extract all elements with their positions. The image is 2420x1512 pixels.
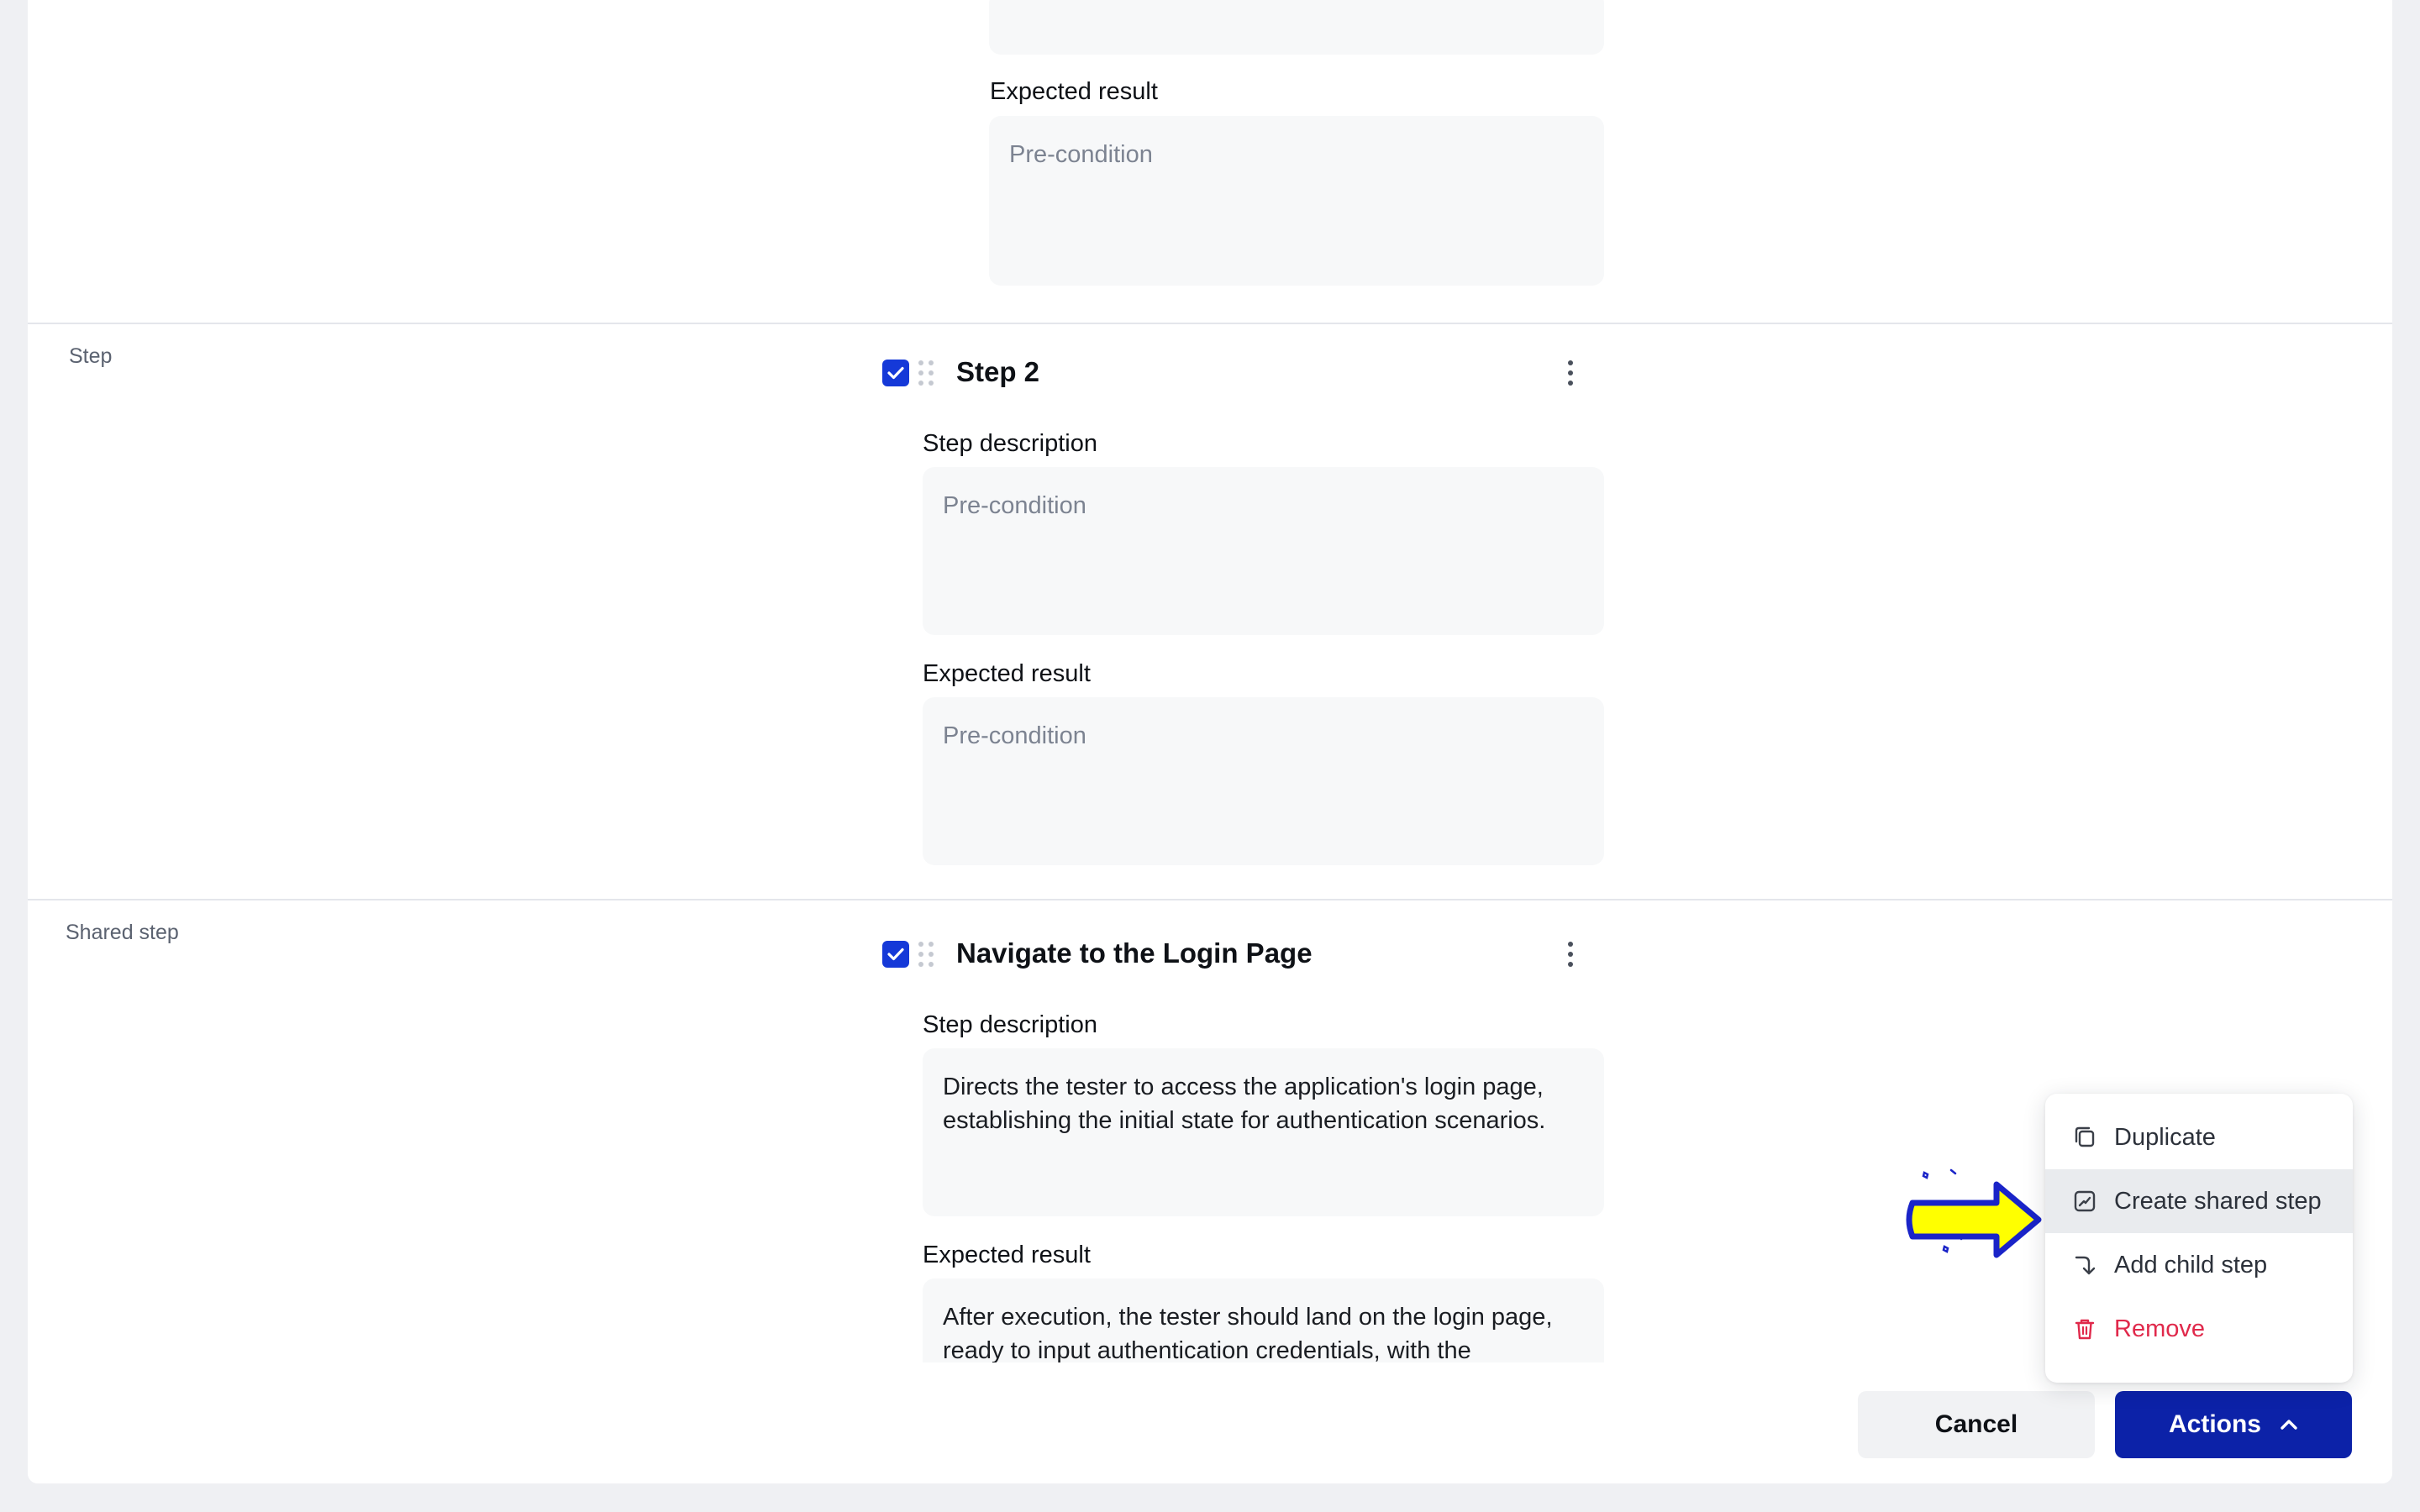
- shared-step-description-label: Step description: [923, 1011, 1097, 1038]
- actions-button-label: Actions: [2168, 1410, 2261, 1438]
- duplicate-icon: [2072, 1125, 2097, 1150]
- shared-step-title: Navigate to the Login Page: [956, 937, 1313, 969]
- section-divider: [28, 323, 2392, 324]
- expected-result-field[interactable]: Pre-condition: [923, 697, 1604, 865]
- menu-item-add-child-step[interactable]: Add child step: [2045, 1233, 2353, 1297]
- step-description-label: Step description: [923, 430, 1097, 457]
- more-options-icon[interactable]: [1554, 936, 1587, 973]
- cancel-button[interactable]: Cancel: [1858, 1391, 2095, 1458]
- shared-step-expected-result-label: Expected result: [923, 1242, 1091, 1268]
- menu-item-create-shared-step[interactable]: Create shared step: [2045, 1169, 2353, 1233]
- step-2-title: Step 2: [956, 356, 1040, 387]
- footer-bar: Cancel Actions: [28, 1362, 2392, 1483]
- pointer-arrow-icon: [1906, 1168, 2042, 1258]
- checkmark-icon: [887, 948, 904, 961]
- shared-step-type-label: Shared step: [66, 921, 179, 944]
- drag-handle-icon[interactable]: [917, 942, 935, 967]
- previous-expected-result-field[interactable]: Pre-condition: [989, 116, 1604, 286]
- shared-step-description-field[interactable]: Directs the tester to access the applica…: [923, 1048, 1604, 1216]
- menu-item-label: Create shared step: [2114, 1187, 2322, 1215]
- step-type-label: Step: [69, 344, 113, 368]
- expected-result-label: Expected result: [923, 660, 1091, 687]
- actions-dropdown-menu: Duplicate Create shared step Add child s…: [2045, 1094, 2353, 1383]
- more-options-icon[interactable]: [1554, 354, 1587, 391]
- menu-item-duplicate[interactable]: Duplicate: [2045, 1105, 2353, 1169]
- menu-item-label: Remove: [2114, 1315, 2205, 1342]
- actions-button[interactable]: Actions: [2115, 1391, 2352, 1458]
- step-2-checkbox[interactable]: [882, 360, 909, 386]
- menu-item-label: Add child step: [2114, 1251, 2268, 1278]
- drag-handle-icon[interactable]: [917, 360, 935, 386]
- previous-expected-result-label: Expected result: [990, 78, 1158, 105]
- section-divider: [28, 899, 2392, 900]
- checkmark-icon: [887, 366, 904, 380]
- menu-item-label: Duplicate: [2114, 1123, 2216, 1151]
- shared-step-icon: [2072, 1189, 2097, 1214]
- trash-icon: [2072, 1316, 2097, 1341]
- chevron-up-icon: [2281, 1420, 2297, 1430]
- child-step-icon: [2072, 1252, 2097, 1278]
- step-description-field[interactable]: Pre-condition: [923, 467, 1604, 635]
- menu-item-remove[interactable]: Remove: [2045, 1297, 2353, 1361]
- previous-step-description-field[interactable]: [989, 0, 1604, 55]
- shared-step-checkbox[interactable]: [882, 941, 909, 968]
